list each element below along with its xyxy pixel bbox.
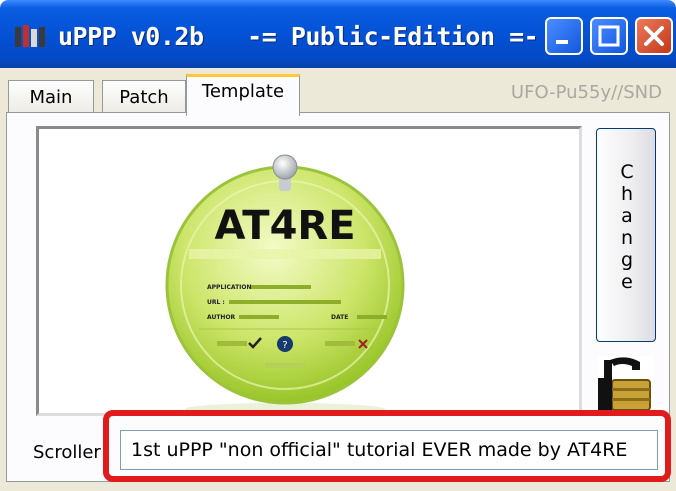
app-window: uPPP v0.2b -= Public-Edition =- Main Pat… <box>0 0 676 491</box>
svg-text:URL :: URL : <box>207 299 225 306</box>
svg-text:AUTHOR: AUTHOR <box>207 314 236 321</box>
at4re-template-image: AT4RE APPLICATION : URL : AUTHOR DATE ? <box>165 154 405 413</box>
template-preview: AT4RE APPLICATION : URL : AUTHOR DATE ? <box>36 126 582 416</box>
scroller-label: Scroller <box>33 442 101 463</box>
maximize-button[interactable] <box>590 17 628 55</box>
window-title: uPPP v0.2b -= Public-Edition =- <box>58 22 539 51</box>
tab-main[interactable]: Main <box>8 80 94 114</box>
svg-text:DATE: DATE <box>331 314 348 321</box>
tab-template[interactable]: Template <box>186 74 300 116</box>
change-button[interactable]: C h a n g e <box>596 128 656 342</box>
svg-text:?: ? <box>282 340 287 351</box>
tab-strip: Main Patch Template UFO-Pu55y//SND <box>0 68 676 116</box>
tab-patch[interactable]: Patch <box>102 80 186 114</box>
close-button[interactable] <box>635 17 673 55</box>
app-icon <box>14 24 48 50</box>
svg-text:APPLICATION :: APPLICATION : <box>207 284 256 291</box>
brand-label: UFO-Pu55y//SND <box>510 82 662 103</box>
minimize-icon <box>556 40 568 44</box>
maximize-icon <box>598 25 620 47</box>
change-button-label: C h a n g e <box>620 161 634 293</box>
close-icon <box>644 26 664 46</box>
minimize-button[interactable] <box>545 17 583 55</box>
title-bar[interactable]: uPPP v0.2b -= Public-Edition =- <box>0 0 676 68</box>
logo-text: AT4RE <box>214 203 355 249</box>
highlight-annotation <box>103 410 671 482</box>
padlock-icon[interactable] <box>598 356 654 412</box>
